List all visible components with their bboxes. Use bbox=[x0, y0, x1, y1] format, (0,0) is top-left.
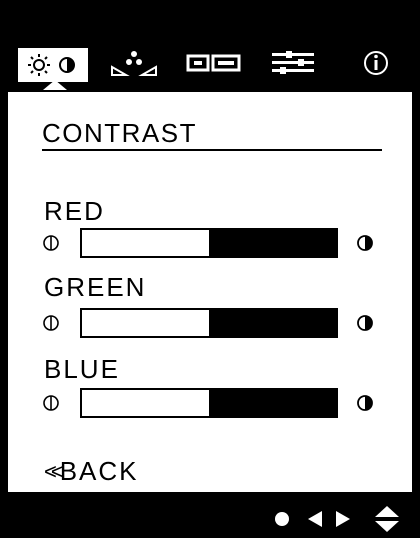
green-slider[interactable] bbox=[80, 308, 338, 338]
blue-slider-row bbox=[42, 388, 382, 420]
green-slider-row bbox=[42, 308, 382, 340]
display-size-icon bbox=[186, 54, 241, 72]
high-contrast-icon bbox=[357, 235, 373, 251]
select-dot-icon[interactable] bbox=[274, 511, 290, 527]
osd-menu-panel: CONTRAST RED GREEN BLUE << BACK bbox=[8, 92, 412, 492]
high-contrast-icon bbox=[357, 395, 373, 411]
red-slider-level bbox=[209, 230, 336, 256]
back-label: BACK bbox=[59, 456, 139, 486]
double-chevron-left-icon: << bbox=[44, 458, 64, 484]
tab-brightness-contrast[interactable] bbox=[18, 48, 88, 82]
low-contrast-icon bbox=[43, 315, 59, 331]
low-contrast-icon bbox=[43, 235, 59, 251]
tab-display-size[interactable] bbox=[180, 40, 246, 86]
red-slider[interactable] bbox=[80, 228, 338, 258]
up-down-arrow-icon[interactable] bbox=[372, 504, 402, 534]
back-button[interactable]: << BACK bbox=[44, 456, 139, 487]
blue-label: BLUE bbox=[44, 354, 120, 384]
red-slider-row bbox=[42, 228, 382, 260]
tab-settings[interactable] bbox=[262, 40, 324, 86]
right-arrow-icon[interactable] bbox=[334, 509, 352, 529]
tab-color-balance[interactable] bbox=[104, 40, 164, 86]
left-arrow-icon[interactable] bbox=[306, 509, 324, 529]
tab-information[interactable] bbox=[350, 40, 402, 86]
green-label: GREEN bbox=[44, 272, 147, 302]
green-slider-level bbox=[209, 310, 336, 336]
color-balance-icon bbox=[111, 51, 157, 76]
menu-title: CONTRAST bbox=[42, 118, 197, 148]
red-label: RED bbox=[44, 196, 105, 226]
title-underline bbox=[42, 149, 382, 151]
blue-slider[interactable] bbox=[80, 388, 338, 418]
brightness-contrast-icon bbox=[28, 54, 75, 76]
active-tab-pointer bbox=[43, 80, 67, 90]
osd-nav-bar bbox=[0, 496, 420, 538]
high-contrast-icon bbox=[357, 315, 373, 331]
low-contrast-icon bbox=[43, 395, 59, 411]
blue-slider-level bbox=[209, 390, 336, 416]
settings-icon bbox=[272, 51, 314, 74]
info-icon bbox=[364, 51, 388, 75]
